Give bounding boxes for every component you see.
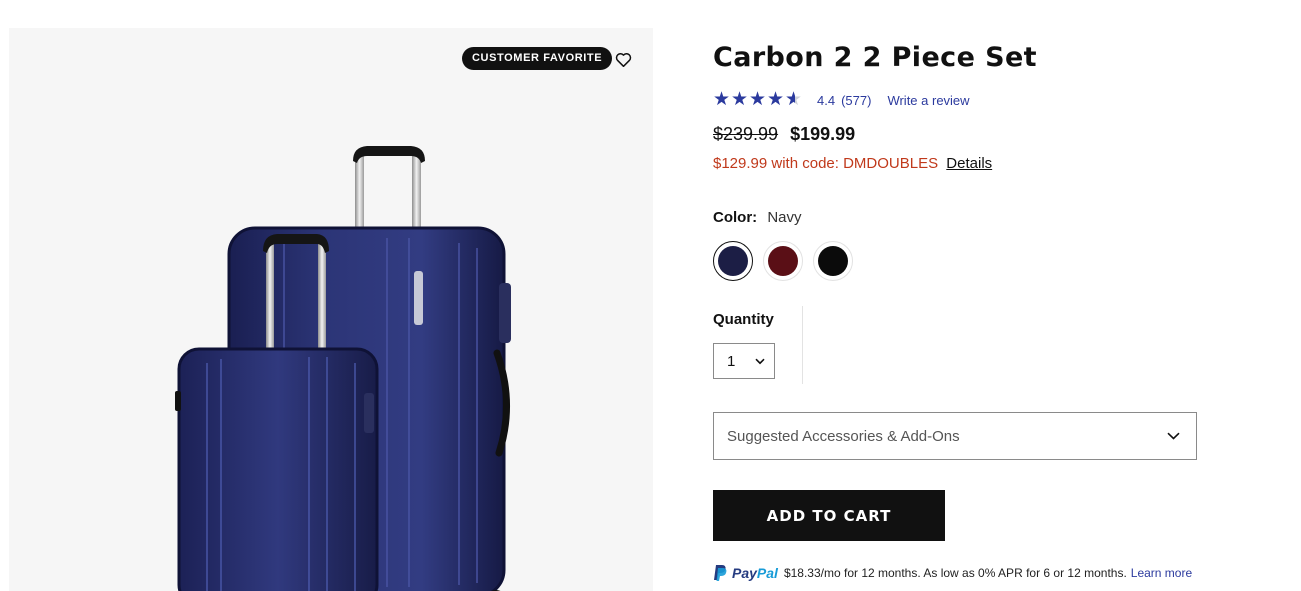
rating-value[interactable]: 4.4 <box>817 93 835 108</box>
accessories-dropdown[interactable]: Suggested Accessories & Add-Ons <box>713 412 1197 460</box>
accessories-label: Suggested Accessories & Add-Ons <box>727 427 960 445</box>
chevron-down-icon <box>1167 432 1180 440</box>
product-image-panel: CUSTOMER FAVORITE <box>9 28 653 591</box>
star-rating[interactable]: ★ ★ ★ ★ ★ <box>713 90 803 110</box>
quantity-select[interactable]: 1 <box>713 343 775 379</box>
star-icon: ★ <box>713 89 731 110</box>
selected-color-name: Navy <box>767 209 802 226</box>
review-count[interactable]: (577) <box>841 93 871 108</box>
promo-details-link[interactable]: Details <box>946 155 992 172</box>
original-price: $239.99 <box>713 124 779 144</box>
promo-code-message: $129.99 with code: DMDOUBLES Details <box>713 155 992 172</box>
paypal-pay: Pay <box>732 565 757 581</box>
swatch-color <box>768 246 798 276</box>
paypal-financing: Pay Pal $18.33/mo for 12 months. As low a… <box>713 564 1192 582</box>
sale-price: $199.99 <box>790 124 856 144</box>
color-swatch-burgundy[interactable] <box>763 241 803 281</box>
quantity-value: 1 <box>727 352 736 370</box>
color-swatch-navy[interactable] <box>713 241 753 281</box>
rating-row: ★ ★ ★ ★ ★ 4.4 (577) Write a review <box>713 90 970 110</box>
color-selector-label: Color: Navy <box>713 209 802 226</box>
paypal-learn-more-link[interactable]: Learn more <box>1131 566 1192 580</box>
swatch-color <box>718 246 748 276</box>
write-review-link[interactable]: Write a review <box>887 93 969 108</box>
wishlist-heart-icon[interactable] <box>612 48 634 70</box>
star-icon: ★ <box>767 89 785 110</box>
luggage-product-image[interactable] <box>159 113 519 591</box>
color-label: Color: <box>713 209 758 226</box>
chevron-down-icon <box>755 358 765 364</box>
half-star-icon: ★ <box>785 89 803 110</box>
color-swatch-black[interactable] <box>813 241 853 281</box>
product-title: Carbon 2 2 Piece Set <box>713 42 1037 73</box>
color-swatches <box>713 241 853 281</box>
paypal-pal: Pal <box>756 565 778 581</box>
add-to-cart-button[interactable]: ADD TO CART <box>713 490 945 541</box>
quantity-label: Quantity <box>713 311 774 328</box>
paypal-icon <box>714 565 727 581</box>
paypal-terms: $18.33/mo for 12 months. As low as 0% AP… <box>783 566 1127 580</box>
promo-text: $129.99 with code: DMDOUBLES <box>713 155 939 172</box>
price-row: $239.99 $199.99 <box>713 124 855 145</box>
star-icon: ★ <box>749 89 767 110</box>
paypal-logo: Pay Pal <box>713 564 778 582</box>
star-icon: ★ <box>731 89 749 110</box>
swatch-color <box>818 246 848 276</box>
customer-favorite-badge: CUSTOMER FAVORITE <box>462 47 613 70</box>
divider <box>802 306 803 384</box>
